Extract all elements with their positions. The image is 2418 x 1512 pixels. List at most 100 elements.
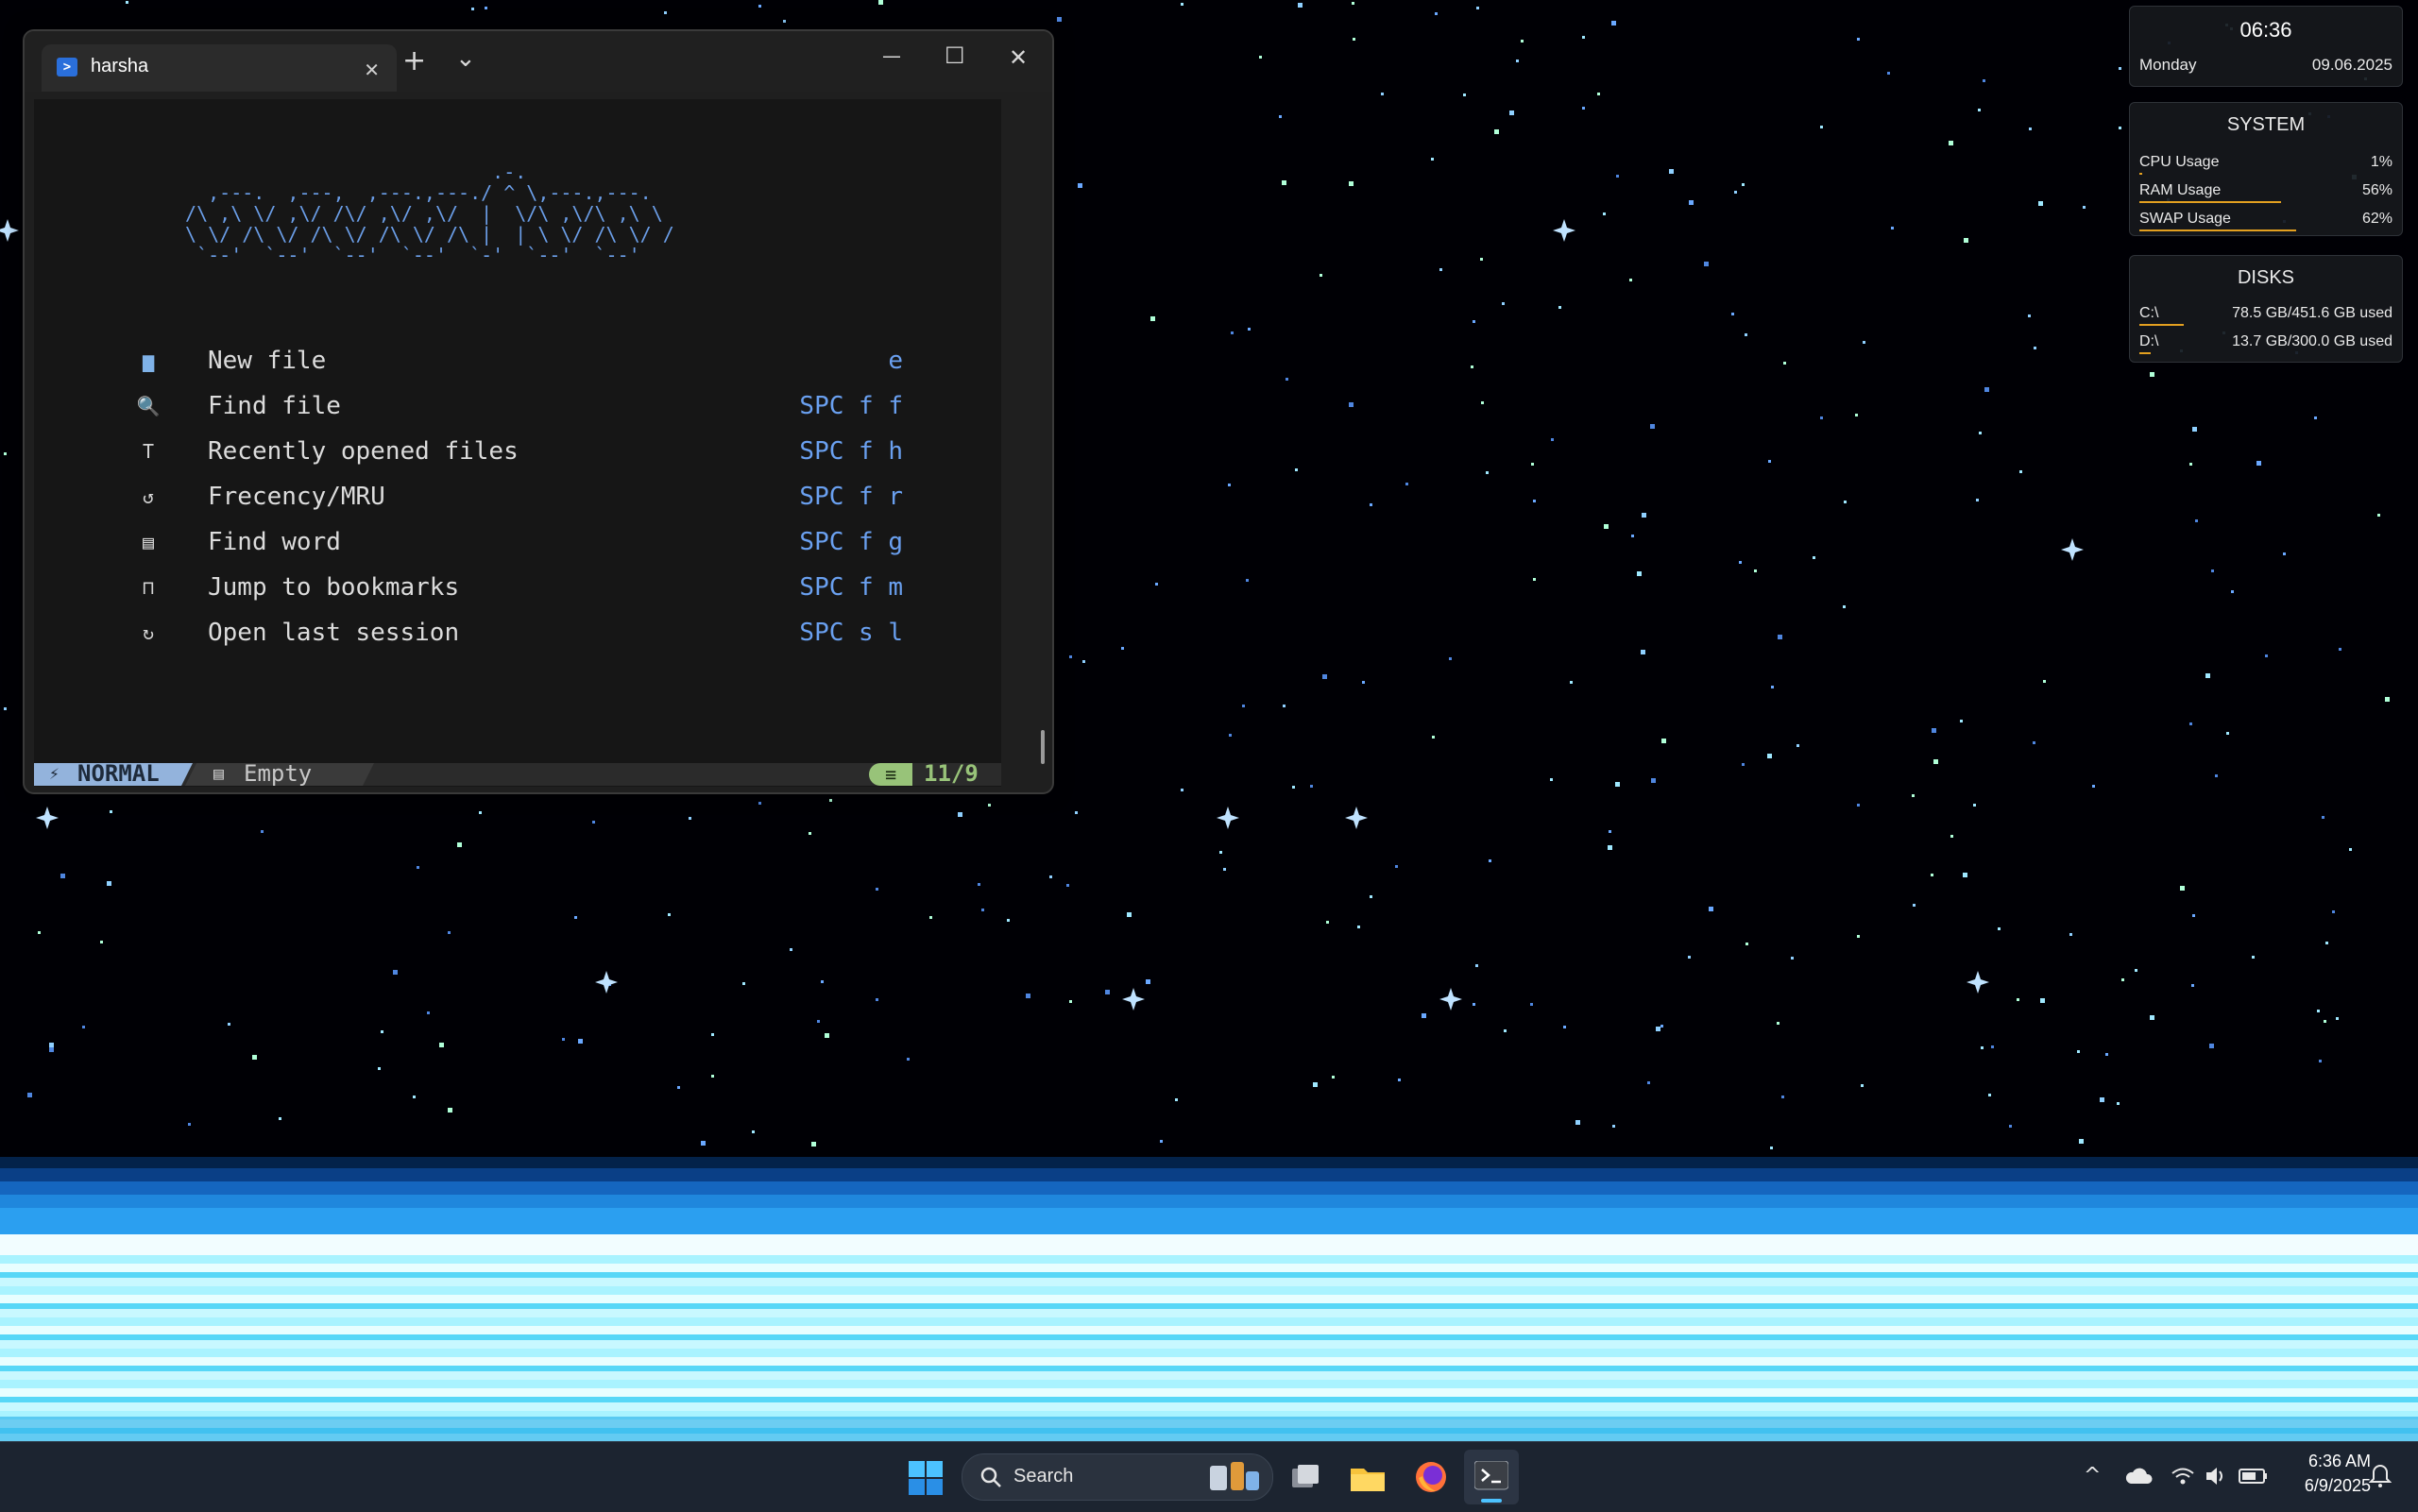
star (1950, 835, 1953, 838)
star (1855, 414, 1858, 416)
star (1242, 705, 1245, 707)
dashboard-item[interactable]: ⊓ Jump to bookmarks SPC f m (34, 569, 1001, 607)
star (2029, 127, 2032, 130)
terminal-content[interactable]: .-. ,---. ,---, ,---.,---./ ^ \,---.,---… (34, 99, 1001, 787)
minimize-button[interactable]: — (882, 44, 901, 67)
new-tab-button[interactable]: + (402, 44, 426, 77)
star (417, 866, 419, 869)
star (2119, 127, 2121, 129)
terminal-window[interactable]: > harsha ✕ + ⌄ — ☐ ✕ .-. ,---. ,---, ,--… (23, 29, 1054, 794)
notification-bell-icon[interactable] (2369, 1463, 2392, 1489)
meter-value: 13.7 GB/300.0 GB used (2232, 333, 2392, 349)
mode-indicator: ⚡ NORMAL (34, 763, 193, 786)
star (958, 812, 962, 817)
active-indicator (1481, 1499, 1502, 1503)
star (1228, 484, 1231, 486)
meter-label: CPU Usage (2139, 154, 2220, 170)
dashboard-item[interactable]: T Recently opened files SPC f h (34, 433, 1001, 471)
vim-mode-icon: ⚡ (49, 764, 60, 784)
star (1991, 1045, 1994, 1048)
terminal-taskbar-button[interactable] (1464, 1450, 1519, 1504)
wifi-icon[interactable] (2171, 1465, 2195, 1487)
volume-icon[interactable] (2205, 1465, 2229, 1487)
tab-dropdown-icon[interactable]: ⌄ (455, 44, 476, 73)
scrollbar[interactable] (1041, 730, 1045, 764)
star (1745, 943, 1748, 945)
star (752, 1130, 755, 1133)
clock-time[interactable]: 6:36 AM (2286, 1452, 2371, 1471)
battery-icon[interactable] (2239, 1465, 2269, 1487)
onedrive-icon[interactable] (2125, 1465, 2154, 1487)
star (1550, 778, 1553, 781)
star (2349, 848, 2352, 851)
tab-close-icon[interactable]: ✕ (364, 56, 380, 84)
star (2324, 1020, 2326, 1023)
clock-date[interactable]: 6/9/2025 (2286, 1476, 2371, 1496)
dashboard-item-label: Jump to bookmarks (208, 573, 460, 602)
star (2100, 1097, 2104, 1102)
star (1651, 778, 1656, 783)
star (1857, 804, 1860, 807)
firefox-icon[interactable] (1413, 1459, 1449, 1495)
tab-title: harsha (91, 56, 149, 76)
tray-overflow-icon[interactable]: ^ (2084, 1463, 2101, 1489)
star (1669, 169, 1674, 174)
start-button[interactable] (909, 1461, 943, 1495)
star (1731, 313, 1734, 315)
star (825, 1033, 829, 1038)
taskbar: Search ^ 6:36 AM 6/9/2025 (0, 1441, 2418, 1512)
star (1282, 180, 1286, 185)
dashboard-item[interactable]: ↺ Frecency/MRU SPC f r (34, 479, 1001, 517)
star (261, 830, 264, 833)
meter-value: 56% (2361, 182, 2392, 198)
file-explorer-icon[interactable] (1349, 1461, 1387, 1495)
star (1611, 21, 1616, 25)
star (2150, 1015, 2154, 1020)
star (2092, 785, 2095, 788)
star (381, 1030, 383, 1033)
meter-bar (2139, 201, 2282, 203)
star (1066, 884, 1069, 887)
star (2265, 654, 2268, 657)
dashboard-item[interactable]: ▆ New file e (34, 343, 1001, 381)
star (1405, 483, 1408, 485)
star (758, 802, 761, 805)
star (2017, 998, 2019, 1001)
star (811, 1142, 816, 1147)
close-window-button[interactable]: ✕ (1009, 44, 1028, 71)
maximize-button[interactable]: ☐ (945, 42, 965, 69)
star (1949, 141, 1953, 145)
star (1642, 513, 1646, 518)
star (49, 1043, 54, 1047)
star (279, 1117, 281, 1120)
dashboard-item-label: Find file (208, 392, 341, 420)
star (2336, 1017, 2339, 1020)
star (1310, 785, 1313, 788)
star (1322, 674, 1327, 679)
star (1783, 362, 1786, 365)
terminal-tab[interactable]: > harsha ✕ (42, 44, 397, 92)
star (1742, 183, 1745, 186)
new-file-icon: ▆ (142, 349, 155, 372)
star (1767, 754, 1772, 758)
star (1248, 328, 1251, 331)
dashboard-item[interactable]: ↻ Open last session SPC s l (34, 615, 1001, 653)
star (929, 916, 932, 919)
star (1326, 921, 1329, 924)
title-bar[interactable]: > harsha ✕ + ⌄ — ☐ ✕ (25, 31, 1052, 92)
task-view-icon[interactable] (1288, 1461, 1322, 1495)
star (82, 1026, 85, 1028)
star (1988, 1094, 1991, 1096)
dashboard-item[interactable]: 🔍 Find file SPC f f (34, 388, 1001, 426)
dashboard-item[interactable]: ▤ Find word SPC f g (34, 524, 1001, 562)
taskbar-search[interactable]: Search (962, 1453, 1273, 1501)
star (664, 11, 667, 14)
star (677, 1086, 680, 1089)
star (1082, 660, 1085, 663)
star (1223, 868, 1226, 871)
star (668, 913, 671, 916)
star (1439, 988, 1462, 1011)
star (1353, 38, 1355, 41)
star (1476, 7, 1479, 9)
dashboard-item-label: Open last session (208, 619, 460, 647)
